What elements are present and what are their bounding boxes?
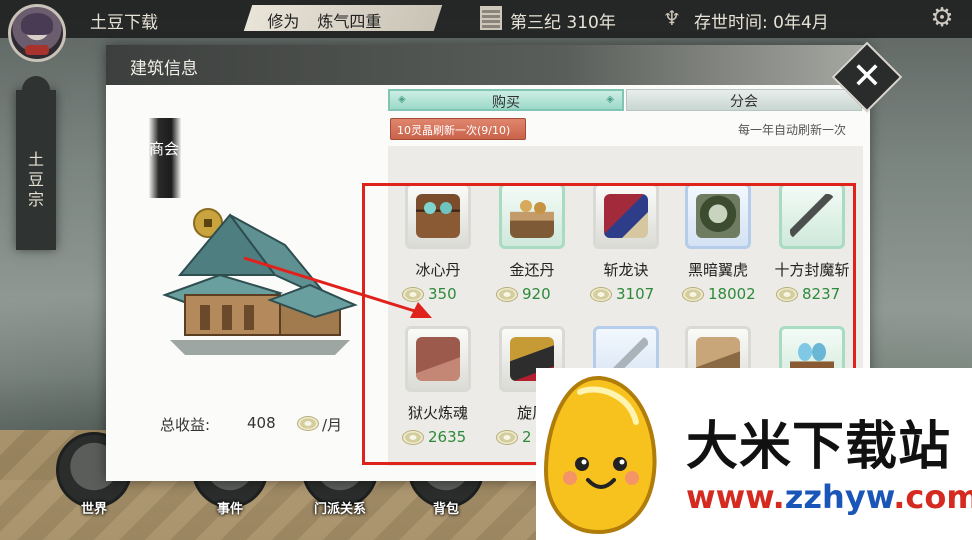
sect-name: 土豆宗	[27, 150, 44, 209]
tab-ornament-icon: ◈	[606, 94, 614, 105]
url-suffix: .com	[893, 478, 972, 516]
watermark-url: www.zzhyw.com	[686, 478, 972, 516]
spirit-coin-icon	[297, 416, 319, 431]
tab-branch[interactable]: 分会	[626, 89, 862, 111]
shop-sign-text: 商会	[149, 140, 180, 158]
auto-refresh-note: 每一年自动刷新一次	[738, 123, 847, 137]
tab-buy[interactable]: ◈ 购买 ◈	[388, 89, 624, 111]
tab-buy-label: 购买	[492, 95, 520, 111]
realm-value: 炼气四重	[317, 12, 382, 31]
avatar-collar	[25, 45, 49, 55]
annotation-arrow	[243, 256, 432, 318]
realm-label: 修为	[267, 12, 300, 31]
era-text: 第三纪 310年	[510, 13, 616, 33]
shop-sign-brush	[149, 118, 181, 198]
dialog-header: 建筑信息	[106, 45, 870, 85]
top-status-bar: 土豆下载 修为 炼气四重 第三纪 310年 ♆ 存世时间: 0年4月 ⚙	[0, 0, 972, 38]
nav-bag-label: 背包	[432, 502, 459, 517]
refresh-button[interactable]: 10灵晶刷新一次(9/10)	[390, 118, 526, 140]
rice-mascot-logo	[543, 375, 657, 535]
income-value: 408	[247, 414, 276, 432]
nav-world-label: 世界	[80, 502, 107, 517]
nav-relations-label: 门派关系	[313, 502, 366, 517]
era-icon	[480, 6, 502, 30]
avatar-hair	[21, 13, 53, 35]
watermark-title: 大米下载站	[686, 417, 952, 477]
income-unit: /月	[322, 416, 343, 434]
url-prefix: www.	[686, 478, 785, 516]
income-label: 总收益:	[160, 416, 211, 434]
avatar[interactable]	[8, 4, 66, 62]
tab-branch-label: 分会	[730, 94, 758, 110]
url-domain: zzhyw	[784, 478, 894, 516]
close-icon: ✕	[851, 56, 883, 97]
tree-icon: ♆	[663, 6, 681, 30]
exist-time-text: 存世时间: 0年4月	[694, 13, 829, 33]
realm-badge: 修为 炼气四重	[243, 5, 443, 31]
player-name: 土豆下载	[90, 13, 158, 33]
nav-events-label: 事件	[216, 502, 243, 517]
gear-icon[interactable]: ⚙	[928, 4, 956, 32]
refresh-button-label: 10灵晶刷新一次(9/10)	[397, 124, 511, 137]
dialog-title: 建筑信息	[130, 59, 198, 79]
